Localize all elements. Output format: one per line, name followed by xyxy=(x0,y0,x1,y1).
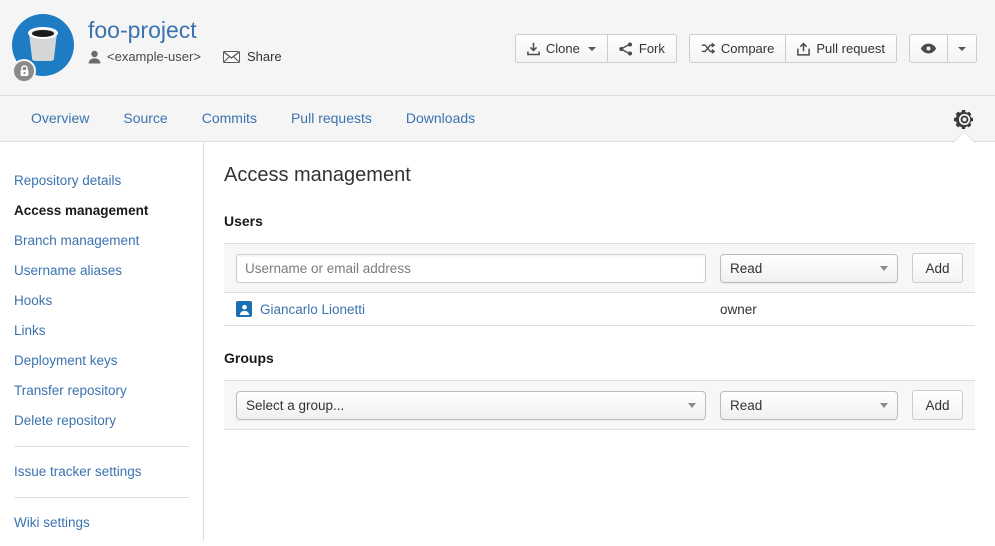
sidebar-item-issue-tracker-settings[interactable]: Issue tracker settings xyxy=(0,457,203,487)
sidebar-item-hooks[interactable]: Hooks xyxy=(0,286,203,316)
member-role: owner xyxy=(720,302,898,317)
fork-label: Fork xyxy=(639,41,665,56)
users-panel: Users Read Add Giancarlo xyxy=(224,213,975,326)
repository-header: foo-project <example-user> xyxy=(0,0,995,95)
compare-icon xyxy=(701,42,715,55)
page-title-repo[interactable]: foo-project xyxy=(88,18,282,43)
settings-sidebar: Repository details Access management Bra… xyxy=(0,142,204,541)
page-title: Access management xyxy=(224,164,975,187)
sidebar-item-repository-details[interactable]: Repository details xyxy=(0,166,203,196)
repository-owner-label: <example-user> xyxy=(107,49,201,64)
watch-dropdown-button[interactable] xyxy=(948,34,977,63)
add-user-row: Read Add xyxy=(224,243,975,293)
caret-down-icon xyxy=(958,47,966,51)
watch-group xyxy=(909,34,977,63)
compare-label: Compare xyxy=(721,41,774,56)
table-row: Giancarlo Lionetti owner xyxy=(224,293,975,326)
repository-subline: <example-user> Share xyxy=(88,49,282,64)
repository-nav: Overview Source Commits Pull requests Do… xyxy=(0,95,995,142)
clone-fork-group: Clone Fork xyxy=(515,34,677,63)
add-user-button[interactable]: Add xyxy=(912,253,963,283)
main-content: Access management Users Read Add xyxy=(204,142,995,541)
settings-tab-pointer xyxy=(953,132,975,143)
chevron-down-icon xyxy=(588,47,596,51)
group-select[interactable]: Select a group... xyxy=(236,391,706,420)
sidebar-item-delete-repository[interactable]: Delete repository xyxy=(0,406,203,436)
sidebar-item-transfer-repository[interactable]: Transfer repository xyxy=(0,376,203,406)
member-name-cell: Giancarlo Lionetti xyxy=(236,301,706,317)
group-select-value: Select a group... xyxy=(246,398,344,413)
share-label: Share xyxy=(247,49,282,64)
repository-meta: foo-project <example-user> xyxy=(88,0,282,64)
download-icon xyxy=(527,42,540,56)
chevron-down-icon xyxy=(688,403,696,408)
groups-panel: Groups Select a group... Read Add xyxy=(224,350,975,430)
groups-section-title: Groups xyxy=(224,350,975,366)
settings-tab[interactable] xyxy=(933,96,995,142)
repository-owner[interactable]: <example-user> xyxy=(88,49,201,64)
user-avatar-icon xyxy=(236,301,252,317)
sidebar-item-access-management[interactable]: Access management xyxy=(0,196,203,226)
user-permission-value: Read xyxy=(730,261,762,276)
group-permission-value: Read xyxy=(730,398,762,413)
pull-request-label: Pull request xyxy=(816,41,885,56)
bucket-avatar-icon xyxy=(28,27,58,61)
sidebar-item-branch-management[interactable]: Branch management xyxy=(0,226,203,256)
clone-label: Clone xyxy=(546,41,580,56)
watch-button[interactable] xyxy=(909,34,948,63)
users-section-title: Users xyxy=(224,213,975,229)
compare-button[interactable]: Compare xyxy=(689,34,786,63)
pull-request-icon xyxy=(797,42,810,56)
pull-request-button[interactable]: Pull request xyxy=(786,34,897,63)
chevron-down-icon xyxy=(880,266,888,271)
fork-button[interactable]: Fork xyxy=(608,34,677,63)
lock-icon xyxy=(12,59,36,83)
eye-icon xyxy=(920,43,937,54)
user-permission-select[interactable]: Read xyxy=(720,254,898,283)
sidebar-divider xyxy=(14,497,189,498)
chevron-down-icon xyxy=(880,403,888,408)
sidebar-item-links[interactable]: Links xyxy=(0,316,203,346)
nav-item-source[interactable]: Source xyxy=(106,96,184,141)
add-group-row: Select a group... Read Add xyxy=(224,380,975,430)
sidebar-item-wiki-settings[interactable]: Wiki settings xyxy=(0,508,203,538)
repository-avatar xyxy=(12,14,80,82)
nav-item-pull-requests[interactable]: Pull requests xyxy=(274,96,389,141)
share-button[interactable]: Share xyxy=(223,49,282,64)
sidebar-item-deployment-keys[interactable]: Deployment keys xyxy=(0,346,203,376)
person-icon xyxy=(88,50,101,64)
group-permission-select[interactable]: Read xyxy=(720,391,898,420)
compare-pr-group: Compare Pull request xyxy=(689,34,897,63)
sidebar-item-username-aliases[interactable]: Username aliases xyxy=(0,256,203,286)
sidebar-divider xyxy=(14,446,189,447)
gear-icon xyxy=(954,109,975,130)
username-input[interactable] xyxy=(236,254,706,283)
add-group-button[interactable]: Add xyxy=(912,390,963,420)
page-body: Repository details Access management Bra… xyxy=(0,142,995,541)
envelope-icon xyxy=(223,51,240,63)
nav-item-downloads[interactable]: Downloads xyxy=(389,96,492,141)
fork-icon xyxy=(619,42,633,56)
member-name-link[interactable]: Giancarlo Lionetti xyxy=(260,302,365,317)
header-action-buttons: Clone Fork xyxy=(503,34,977,63)
clone-button[interactable]: Clone xyxy=(515,34,608,63)
nav-item-overview[interactable]: Overview xyxy=(14,96,106,141)
nav-item-commits[interactable]: Commits xyxy=(185,96,274,141)
